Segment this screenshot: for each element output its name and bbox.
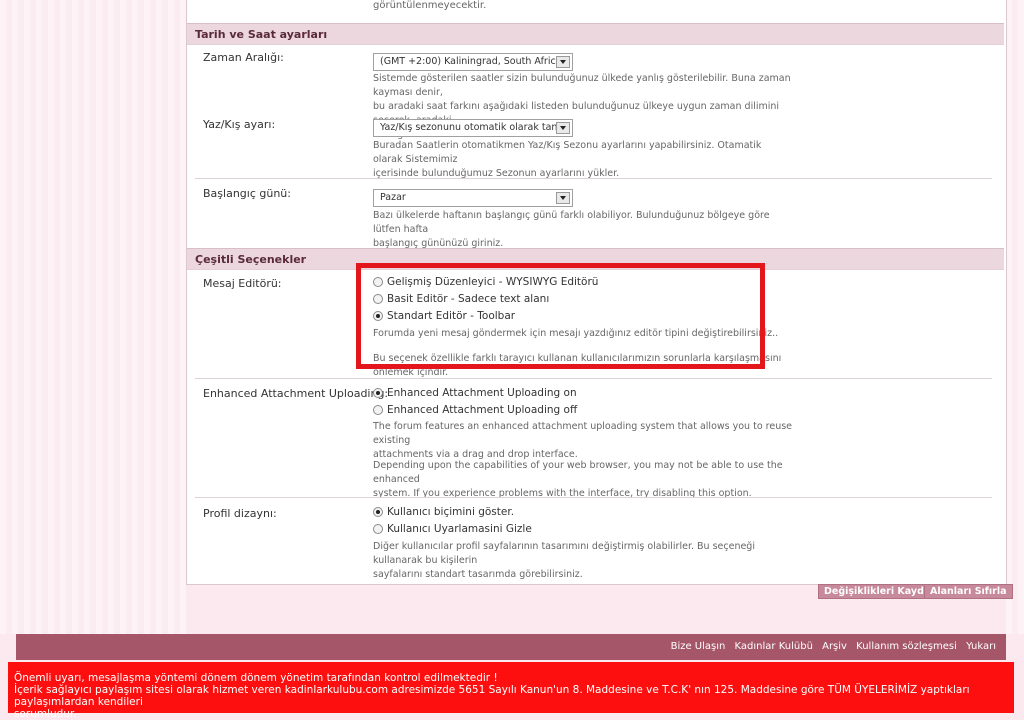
warning-line: Önemli uyarı, mesajlaşma yöntemi dönem d… (14, 672, 498, 684)
section-title: Tarih ve Saat ayarları (195, 28, 328, 41)
desc-line: Depending upon the capabilities of your … (373, 460, 783, 485)
profile-label: Profil dizaynı: (203, 507, 277, 520)
startday-description: Bazı ülkelerde haftanın başlangıç günü f… (373, 209, 793, 251)
radio-button[interactable] (373, 524, 383, 534)
desc-line: sayfalarını standart tasarımda görebilir… (373, 569, 583, 580)
desc-line: system. If you experience problems with … (373, 488, 752, 499)
attachment-label: Enhanced Attachment Uploading: (203, 387, 389, 400)
desc-line: Buradan Saatlerin otomatikmen Yaz/Kış Se… (373, 140, 762, 165)
highlight-box (356, 263, 765, 369)
dst-label: Yaz/Kış ayarı: (203, 118, 276, 131)
page-background-right (1006, 0, 1024, 634)
chevron-down-icon[interactable] (556, 122, 570, 134)
footer-bar: Bize Ulaşın Kadınlar Kulübü Arşiv Kullan… (16, 634, 1006, 660)
radio-button[interactable] (373, 507, 383, 517)
divider (195, 497, 992, 498)
divider (195, 378, 992, 379)
top-note: görüntülenmeyecektir. (373, 0, 487, 11)
attachment-option-off[interactable]: Enhanced Attachment Uploading off (373, 403, 577, 419)
page-background-left (0, 0, 186, 634)
dst-value: Yaz/Kış sezonunu otomatik olarak tanı (380, 122, 556, 133)
timezone-select[interactable]: (GMT +2:00) Kaliningrad, South Africa, C… (373, 53, 573, 71)
attachment-description: The forum features an enhanced attachmen… (373, 420, 793, 462)
startday-value: Pazar (380, 192, 406, 203)
desc-line: Diğer kullanıcılar profil sayfalarının t… (373, 541, 755, 566)
footer-link-contact[interactable]: Bize Ulaşın (671, 641, 726, 652)
footer-links: Bize Ulaşın Kadınlar Kulübü Arşiv Kullan… (665, 641, 996, 652)
attachment-note: Depending upon the capabilities of your … (373, 459, 793, 501)
radio-button[interactable] (373, 405, 383, 415)
startday-label: Başlangıç günü: (203, 187, 291, 200)
section-title: Çeşitli Seçenekler (195, 253, 307, 266)
chevron-down-icon[interactable] (556, 192, 570, 204)
desc-line: Bazı ülkelerde haftanın başlangıç günü f… (373, 210, 770, 235)
footer-link-top[interactable]: Yukarı (966, 641, 996, 652)
save-button[interactable]: Değişiklikleri Kaydet (818, 584, 941, 599)
reset-button[interactable]: Alanları Sıfırla (924, 584, 1013, 599)
radio-label: Enhanced Attachment Uploading on (387, 387, 577, 399)
dst-select[interactable]: Yaz/Kış sezonunu otomatik olarak tanı (373, 119, 573, 137)
desc-line: The forum features an enhanced attachmen… (373, 421, 793, 446)
footer-link-terms[interactable]: Kullanım sözleşmesi (856, 641, 957, 652)
attachment-option-on[interactable]: Enhanced Attachment Uploading on (373, 386, 577, 402)
warning-line: sorumludur. (14, 708, 77, 720)
startday-select[interactable]: Pazar (373, 189, 573, 207)
divider (195, 178, 992, 179)
chevron-down-icon[interactable] (556, 56, 570, 68)
legal-warning: Önemli uyarı, mesajlaşma yöntemi dönem d… (8, 662, 1014, 720)
radio-label: Kullanıcı Uyarlamasini Gizle (387, 523, 532, 535)
dst-description: Buradan Saatlerin otomatikmen Yaz/Kış Se… (373, 139, 793, 181)
section-header-datetime: Tarih ve Saat ayarları (187, 23, 1004, 45)
profile-option-hide[interactable]: Kullanıcı Uyarlamasini Gizle (373, 522, 532, 538)
profile-option-show[interactable]: Kullanıcı biçimini göster. (373, 505, 514, 521)
editor-label: Mesaj Editörü: (203, 277, 282, 290)
radio-label: Enhanced Attachment Uploading off (387, 404, 578, 416)
timezone-label: Zaman Aralığı: (203, 51, 284, 64)
timezone-value: (GMT +2:00) Kaliningrad, South Africa, C… (380, 56, 556, 67)
radio-button[interactable] (373, 388, 383, 398)
radio-label: Kullanıcı biçimini göster. (387, 506, 515, 518)
warning-line: İçerik sağlayıcı paylaşım sitesi olarak … (14, 684, 970, 708)
desc-line: Sistemde gösterilen saatler sizin bulund… (373, 73, 791, 98)
footer-link-home[interactable]: Kadınlar Kulübü (735, 641, 813, 652)
footer-link-archive[interactable]: Arşiv (822, 641, 847, 652)
profile-description: Diğer kullanıcılar profil sayfalarının t… (373, 540, 793, 582)
